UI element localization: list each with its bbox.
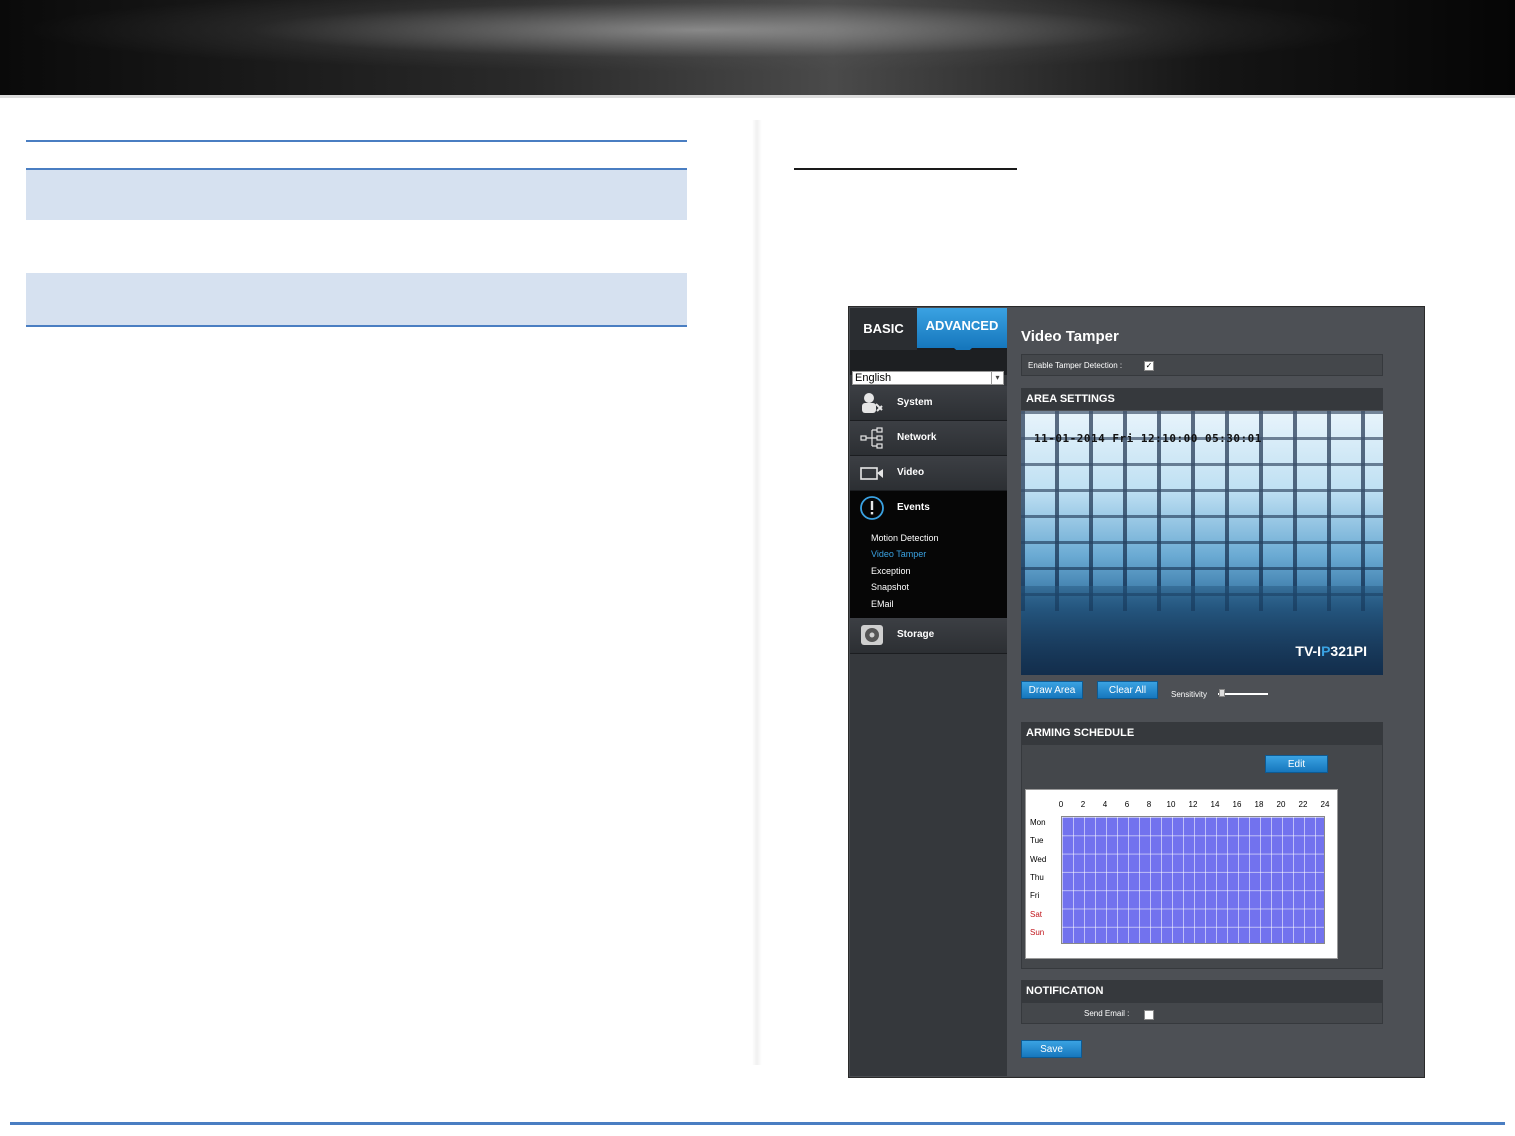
schedule-day-label: Wed (1030, 854, 1047, 864)
schedule-hour-label: 0 (1058, 800, 1064, 809)
doc-table-top-rule (26, 140, 687, 142)
header-banner (0, 0, 1515, 97)
doc-table-band-2 (26, 273, 687, 325)
schedule-hour-label: 4 (1102, 800, 1108, 809)
area-settings-header: AREA SETTINGS (1021, 388, 1383, 410)
preview-timestamp: 11-01-2014 Fri 12:10:00 05:30:01 (1034, 432, 1262, 445)
enable-tamper-label: Enable Tamper Detection : (1028, 361, 1123, 370)
sidebar-item-label: Video (897, 467, 925, 478)
schedule-hour-label: 6 (1124, 800, 1130, 809)
sidebar-item-label: Network (897, 432, 937, 443)
footer-rule (10, 1122, 1505, 1125)
tab-basic[interactable]: BASIC (850, 308, 917, 350)
section-heading-underline (794, 168, 1017, 170)
main-panel: Video Tamper Enable Tamper Detection : ✓… (1007, 308, 1424, 1076)
sensitivity-slider[interactable] (1218, 693, 1268, 695)
preview-model-watermark: TV-IP321PI (1295, 643, 1367, 659)
schedule-hour-label: 8 (1146, 800, 1152, 809)
system-admin-icon (862, 393, 883, 413)
column-divider-shadow (752, 120, 762, 1065)
schedule-hour-label: 18 (1254, 800, 1264, 809)
tab-advanced[interactable]: ADVANCED (917, 308, 1007, 348)
schedule-grid[interactable] (1061, 816, 1325, 944)
send-email-label: Send Email : (1084, 1009, 1130, 1018)
enable-tamper-row: Enable Tamper Detection : ✓ (1021, 354, 1383, 376)
draw-area-button[interactable]: Draw Area (1021, 681, 1083, 699)
submenu-motion-detection[interactable]: Motion Detection (871, 533, 939, 543)
sensitivity-label: Sensitivity (1171, 690, 1208, 699)
sidebar-item-storage[interactable]: Storage (850, 618, 1007, 654)
schedule-hour-label: 10 (1166, 800, 1176, 809)
sidebar-item-system[interactable]: System (850, 386, 1007, 421)
submenu-email[interactable]: EMail (871, 599, 894, 609)
submenu-exception[interactable]: Exception (871, 566, 911, 576)
schedule-day-label: Fri (1030, 891, 1040, 901)
doc-table-band-1 (26, 170, 687, 220)
submenu-snapshot[interactable]: Snapshot (871, 582, 909, 592)
notification-header: NOTIFICATION (1021, 980, 1383, 1002)
doc-table-bottom-rule (26, 325, 687, 327)
video-camera-icon (860, 467, 883, 480)
network-icon (860, 427, 883, 449)
page-title: Video Tamper (1021, 328, 1119, 345)
send-email-checkbox[interactable] (1144, 1010, 1154, 1020)
schedule-day-label: Tue (1030, 836, 1044, 846)
schedule-day-label: Thu (1030, 872, 1044, 882)
alert-icon (860, 496, 884, 520)
schedule-hour-label: 12 (1188, 800, 1198, 809)
sidebar: BASIC ADVANCED English ▾ System Network … (850, 308, 1015, 1076)
clear-all-button[interactable]: Clear All (1097, 681, 1158, 699)
schedule-grid-panel: 0 2 4 6 8 10 12 14 16 18 20 22 24 Mon Tue Wed Thu Fri Sat… (1025, 789, 1338, 959)
save-button[interactable]: Save (1021, 1040, 1082, 1058)
header-banner-edge (0, 95, 1515, 98)
schedule-hour-label: 16 (1232, 800, 1242, 809)
schedule-hour-label: 24 (1320, 800, 1330, 809)
language-select[interactable]: English ▾ (852, 371, 1004, 385)
send-email-row: Send Email : (1021, 1002, 1383, 1024)
preview-floor (1021, 586, 1383, 675)
schedule-day-label: Mon (1030, 818, 1046, 827)
camera-web-ui: BASIC ADVANCED English ▾ System Network … (848, 306, 1425, 1078)
submenu-video-tamper[interactable]: Video Tamper (871, 549, 926, 559)
schedule-day-label: Sat (1030, 909, 1043, 919)
schedule-hour-label: 22 (1298, 800, 1308, 809)
chevron-down-icon[interactable]: ▾ (991, 372, 1003, 384)
language-select-value: English (855, 372, 892, 384)
schedule-hour-label: 20 (1276, 800, 1286, 809)
mode-tabs: BASIC ADVANCED (850, 308, 1007, 356)
sidebar-item-label: Storage (897, 629, 935, 640)
schedule-hour-label: 2 (1080, 800, 1086, 809)
sidebar-item-label: Events (897, 502, 930, 513)
disk-icon (861, 625, 883, 645)
enable-tamper-checkbox[interactable]: ✓ (1144, 361, 1154, 371)
edit-schedule-button[interactable]: Edit (1265, 755, 1328, 773)
sidebar-item-network[interactable]: Network (850, 421, 1007, 456)
schedule-day-label: Sun (1030, 927, 1045, 937)
sidebar-item-label: System (897, 397, 933, 408)
sidebar-item-events[interactable]: Events Motion Detection Video Tamper Exc… (850, 491, 1015, 619)
schedule-hour-label: 14 (1210, 800, 1220, 809)
sidebar-item-video[interactable]: Video (850, 456, 1007, 491)
sensitivity-slider-handle[interactable] (1218, 689, 1225, 697)
camera-preview[interactable]: 11-01-2014 Fri 12:10:00 05:30:01 TV-IP32… (1021, 411, 1383, 675)
arming-schedule-header: ARMING SCHEDULE (1021, 722, 1383, 744)
